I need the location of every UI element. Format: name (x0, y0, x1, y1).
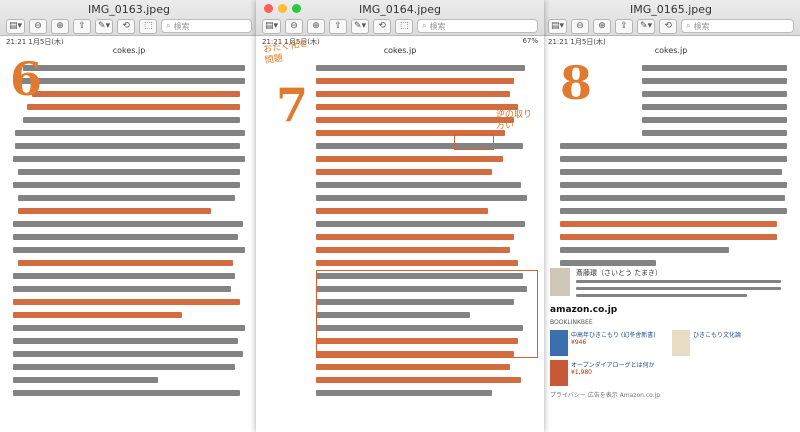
search-icon: ⌕ (166, 21, 171, 30)
amazon-widget[interactable]: amazon.co.jp BOOKLINKBEE 中高年ひきこもり (幻冬舎新書… (550, 305, 790, 399)
amazon-logo: amazon.co.jp (550, 305, 618, 315)
product-card[interactable]: オープンダイアローグとは何か ¥1,980 (550, 360, 790, 386)
product-title: オープンダイアローグとは何か (571, 362, 655, 369)
sidebar-toggle-button[interactable]: ▤▾ (262, 18, 282, 34)
product-title: 中高年ひきこもり (幻冬舎新書) (571, 332, 656, 339)
share-button[interactable]: ⇪ (329, 18, 348, 34)
rotate-button[interactable]: ⟲ (117, 18, 136, 34)
zoom-out-button[interactable]: ⊖ (285, 18, 304, 34)
product-cover (672, 330, 690, 356)
search-placeholder: 検索 (429, 21, 446, 31)
annotate-button[interactable]: ⬚ (395, 18, 414, 34)
handwritten-annotation: 7 (276, 78, 309, 132)
amazon-footer: プライバシー 広告を表示 Amazon.co.jp (550, 392, 661, 399)
annotation-box (454, 134, 494, 150)
search-field[interactable]: ⌕ 検索 (161, 19, 252, 33)
titlebar[interactable]: IMG_0165.jpeg ▤▾ ⊖ ⊕ ⇪ ✎▾ ⟲ ⌕ 検索 (542, 0, 800, 36)
search-field[interactable]: ⌕ 検索 (681, 19, 794, 33)
titlebar[interactable]: IMG_0163.jpeg ▤▾ ⊖ ⊕ ⇪ ✎▾ ⟲ ⬚ ⌕ 検索 (0, 0, 258, 36)
preview-window-middle[interactable]: IMG_0164.jpeg ▤▾ ⊖ ⊕ ⇪ ✎▾ ⟲ ⬚ ⌕ 検索 21:21… (256, 0, 544, 432)
status-time: 21:21 1月5日(木) (548, 38, 606, 46)
battery-status: 67% (522, 37, 538, 45)
handwritten-annotation: 6 (10, 52, 43, 106)
amazon-section-label: BOOKLINKBEE (550, 319, 593, 326)
page-image (0, 58, 258, 432)
handwritten-annotation: 8 (560, 56, 593, 110)
search-placeholder: 検索 (173, 21, 190, 31)
product-cover (550, 330, 568, 356)
zoom-out-button[interactable]: ⊖ (571, 18, 590, 34)
window-title: IMG_0164.jpeg (358, 3, 442, 16)
zoom-in-button[interactable]: ⊕ (307, 18, 326, 34)
author-profile: 斎藤環（さいとう たまき） (550, 268, 790, 299)
share-button[interactable]: ⇪ (73, 18, 92, 34)
product-card[interactable]: 中高年ひきこもり (幻冬舎新書) ¥946 (550, 330, 668, 356)
window-title: IMG_0165.jpeg (629, 3, 713, 16)
sidebar-toggle-button[interactable]: ▤▾ (6, 18, 26, 34)
search-icon: ⌕ (686, 21, 691, 30)
annotation-box (316, 270, 538, 358)
author-name: 斎藤環（さいとう たまき） (576, 269, 663, 277)
markup-button[interactable]: ✎▾ (351, 18, 370, 34)
product-price: ¥1,980 (571, 369, 592, 376)
search-icon: ⌕ (422, 21, 427, 30)
product-title: ひきこもり文化論 (693, 332, 742, 339)
product-card[interactable]: ひきこもり文化論 (672, 330, 790, 356)
zoom-out-button[interactable]: ⊖ (29, 18, 48, 34)
titlebar[interactable]: IMG_0164.jpeg ▤▾ ⊖ ⊕ ⇪ ✎▾ ⟲ ⬚ ⌕ 検索 (256, 0, 544, 36)
rotate-button[interactable]: ⟲ (659, 18, 678, 34)
markup-button[interactable]: ✎▾ (95, 18, 114, 34)
sidebar-toggle-button[interactable]: ▤▾ (548, 18, 568, 34)
preview-window-left[interactable]: IMG_0163.jpeg ▤▾ ⊖ ⊕ ⇪ ✎▾ ⟲ ⬚ ⌕ 検索 21:21… (0, 0, 258, 432)
product-price: ¥946 (571, 339, 587, 346)
zoom-in-button[interactable]: ⊕ (593, 18, 612, 34)
preview-window-right[interactable]: IMG_0165.jpeg ▤▾ ⊖ ⊕ ⇪ ✎▾ ⟲ ⌕ 検索 21:21 1… (542, 0, 800, 432)
markup-button[interactable]: ✎▾ (637, 18, 656, 34)
status-time: 21:21 1月5日(木) (6, 38, 64, 46)
annotate-button[interactable]: ⬚ (139, 18, 158, 34)
author-photo (550, 268, 570, 296)
share-button[interactable]: ⇪ (615, 18, 634, 34)
product-cover (550, 360, 568, 386)
window-title: IMG_0163.jpeg (87, 3, 171, 16)
rotate-button[interactable]: ⟲ (373, 18, 392, 34)
search-placeholder: 検索 (693, 21, 710, 31)
handwritten-side-note: 逆の取り 方い (496, 110, 533, 131)
zoom-in-button[interactable]: ⊕ (51, 18, 70, 34)
search-field[interactable]: ⌕ 検索 (417, 19, 538, 33)
page-url: cokes.jp (654, 46, 688, 55)
